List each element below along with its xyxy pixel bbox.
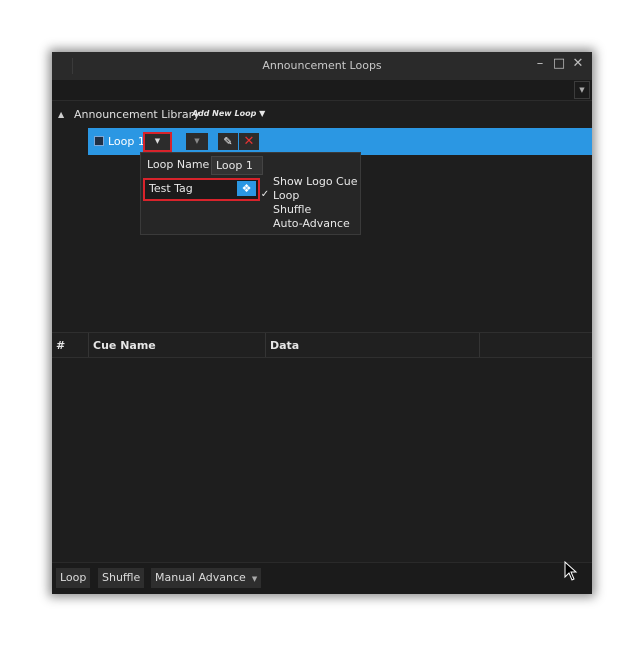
- tag-icon: ❖: [241, 182, 252, 195]
- column-header-cue-name[interactable]: Cue Name: [93, 339, 156, 352]
- secondary-toolbar: ▼: [52, 80, 592, 101]
- advance-mode-select[interactable]: Manual Advance ▼: [151, 568, 262, 588]
- option-label: Show Logo Cue: [273, 175, 358, 188]
- loop-name-field[interactable]: Loop 1: [211, 156, 263, 175]
- tag-button[interactable]: ❖: [237, 181, 256, 196]
- check-icon[interactable]: ✓: [259, 189, 271, 200]
- option-shuffle[interactable]: Shuffle: [259, 203, 359, 217]
- library-title: Announcement Library: [74, 108, 200, 121]
- advance-mode-value: Manual Advance: [155, 571, 246, 584]
- loop-item-icon: [94, 136, 104, 146]
- column-header-data[interactable]: Data: [270, 339, 299, 352]
- tag-input[interactable]: Test Tag: [149, 182, 193, 195]
- chevron-down-icon[interactable]: ▼: [574, 81, 590, 99]
- delete-x-icon: ✕: [243, 134, 255, 149]
- edit-loop-button[interactable]: ✎: [218, 133, 238, 150]
- option-loop[interactable]: ✓ Loop: [259, 189, 359, 203]
- column-divider[interactable]: [265, 333, 266, 357]
- option-label: Auto-Advance: [273, 217, 350, 230]
- loop-button[interactable]: Loop: [56, 568, 91, 588]
- chevron-down-icon: ▼: [194, 137, 200, 145]
- chevron-down-icon: ▼: [251, 575, 258, 583]
- option-label: Shuffle: [273, 203, 312, 216]
- tag-input-container: Test Tag ❖: [143, 178, 260, 201]
- minimize-icon[interactable]: –: [532, 56, 548, 71]
- shuffle-button[interactable]: Shuffle: [98, 568, 145, 588]
- cue-grid-header: # Cue Name Data: [52, 332, 592, 358]
- window-title: Announcement Loops: [262, 59, 382, 72]
- bottom-toolbar: Loop Shuffle Manual Advance ▼: [52, 562, 592, 594]
- column-divider[interactable]: [88, 333, 89, 357]
- loop-secondary-dropdown[interactable]: ▼: [186, 133, 208, 150]
- maximize-icon[interactable]: □: [551, 56, 567, 71]
- collapse-arrow-icon[interactable]: ▲: [58, 110, 64, 119]
- option-auto-advance[interactable]: Auto-Advance: [259, 217, 359, 231]
- chevron-down-icon: ▼: [154, 137, 161, 145]
- loop-item[interactable]: Loop 1 ▼ ▼ ✎ ✕: [88, 128, 592, 155]
- announcement-library-header[interactable]: ▲ Announcement Library Add New Loop ▼: [52, 107, 592, 123]
- option-label: Loop: [273, 189, 300, 202]
- loop-settings-dropdown[interactable]: ▼: [143, 132, 172, 152]
- option-show-logo-cue[interactable]: Show Logo Cue: [259, 175, 359, 189]
- column-header-number[interactable]: #: [56, 339, 65, 352]
- loop-name-label: Loop Name: [147, 158, 210, 171]
- title-bar[interactable]: Announcement Loops – □ ✕: [52, 52, 592, 80]
- mouse-cursor-icon: [564, 561, 578, 581]
- loop-item-label: Loop 1: [108, 135, 145, 148]
- delete-loop-button[interactable]: ✕: [239, 133, 259, 150]
- pencil-icon: ✎: [223, 135, 233, 148]
- column-divider[interactable]: [479, 333, 480, 357]
- add-new-loop-link[interactable]: Add New Loop ▼: [192, 109, 265, 118]
- announcement-loops-window: Announcement Loops – □ ✕ ▼ ▲ Announcemen…: [52, 52, 592, 594]
- loop-settings-popup: Loop Name Loop 1 Test Tag ❖ Show Logo Cu…: [140, 152, 361, 235]
- add-chevron-icon: ▼: [259, 109, 266, 118]
- close-icon[interactable]: ✕: [570, 56, 586, 71]
- add-new-loop-label: Add New Loop: [192, 109, 257, 118]
